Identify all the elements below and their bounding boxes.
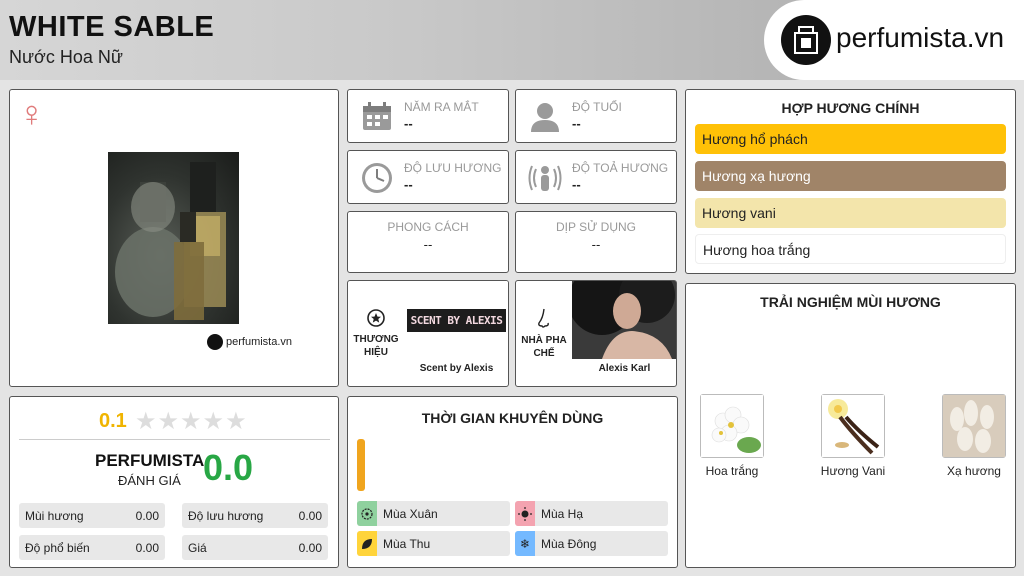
score-value: 0.00 bbox=[135, 509, 159, 523]
brand-label-line2: HIỆU bbox=[364, 346, 388, 358]
brand-label: THƯƠNG HIỆU bbox=[348, 281, 404, 386]
image-card: ♀ perfumista.vn bbox=[9, 89, 339, 387]
occasion-value: -- bbox=[591, 237, 601, 252]
accord-vanilla: Hương vani bbox=[695, 198, 1006, 228]
person-icon bbox=[528, 100, 562, 134]
female-icon: ♀ bbox=[18, 93, 45, 134]
rating-sub-label: ĐÁNH GIÁ bbox=[118, 473, 181, 488]
brand-logo[interactable]: perfumista.vn bbox=[764, 0, 1024, 80]
season-label: Mùa Thu bbox=[383, 537, 431, 551]
perfumista-score: 0.0 bbox=[203, 447, 254, 488]
rating-card: 0.1 ★★★★★ PERFUMISTA ĐÁNH GIÁ 0.0 Mùi hư… bbox=[9, 396, 339, 568]
score-label: Độ phổ biến bbox=[25, 541, 90, 555]
sillage-label: ĐỘ TOẢ HƯƠNG bbox=[572, 161, 669, 175]
user-rating-score: 0.1 bbox=[99, 410, 127, 432]
experience-title: TRẢI NGHIỆM MÙI HƯƠNG bbox=[760, 294, 941, 310]
longevity-label: ĐỘ LƯU HƯƠNG bbox=[404, 161, 502, 175]
score-label: Mùi hương bbox=[25, 509, 84, 523]
longevity-box: ĐỘ LƯU HƯƠNG -- bbox=[347, 150, 509, 204]
header: WHITE SABLE Nước Hoa Nữ perfumista.vn bbox=[0, 0, 1024, 80]
perfumer-label: NHÀ PHA CHẾ bbox=[516, 281, 572, 386]
perfumer-label-line2: CHẾ bbox=[533, 347, 555, 359]
score-value: 0.00 bbox=[298, 541, 322, 555]
accords-title: HỢP HƯƠNG CHÍNH bbox=[781, 100, 920, 116]
brand-box[interactable]: THƯƠNG HIỆU SCENT BY ALEXIS Scent by Ale… bbox=[347, 280, 509, 387]
age-box: ĐỘ TUỔI -- bbox=[515, 89, 677, 143]
season-autumn: Mùa Thu bbox=[357, 531, 510, 556]
season-label: Mùa Đông bbox=[541, 537, 597, 551]
age-value: -- bbox=[572, 116, 581, 131]
star-rating[interactable]: ★★★★★ bbox=[135, 407, 248, 436]
snowflake-icon: ❄ bbox=[515, 531, 535, 556]
watermark-text: perfumista.vn bbox=[226, 336, 293, 348]
time-indicator-bar bbox=[357, 439, 365, 491]
leaf-icon bbox=[357, 531, 377, 556]
perfumer-box[interactable]: NHÀ PHA CHẾ Alexis Karl bbox=[515, 280, 677, 387]
logo-text: perfumista.vn bbox=[836, 22, 1005, 53]
nose-icon bbox=[538, 308, 549, 328]
perfumer-label-line1: NHÀ PHA bbox=[521, 334, 567, 346]
perfume-bottle-icon bbox=[207, 334, 223, 350]
release-year-value: -- bbox=[404, 116, 413, 131]
season-spring: Mùa Xuân bbox=[357, 501, 510, 526]
style-value: -- bbox=[423, 237, 433, 252]
vanilla-image[interactable] bbox=[821, 394, 885, 458]
brand-name: Scent by Alexis bbox=[419, 363, 494, 374]
radiating-person-icon bbox=[528, 161, 562, 195]
perfume-title: WHITE SABLE bbox=[9, 11, 215, 43]
note-label-white-flower: Hoa trắng bbox=[705, 464, 759, 478]
star-badge-icon bbox=[367, 308, 385, 327]
style-label: PHONG CÁCH bbox=[387, 220, 469, 234]
sun-icon bbox=[515, 501, 535, 526]
musk-image[interactable] bbox=[942, 394, 1006, 458]
score-value: 0.00 bbox=[135, 541, 159, 555]
perfumer-photo bbox=[568, 281, 676, 359]
watermark-logo: perfumista.vn bbox=[207, 334, 292, 350]
perfume-subtitle: Nước Hoa Nữ bbox=[9, 47, 123, 67]
scent-experience-card: TRẢI NGHIỆM MÙI HƯƠNG Hoa trắng Hương Va… bbox=[685, 283, 1016, 568]
release-year-label: NĂM RA MẮT bbox=[404, 100, 479, 114]
style-box: PHONG CÁCH -- bbox=[347, 211, 509, 273]
season-label: Mùa Hạ bbox=[541, 507, 584, 521]
age-label: ĐỘ TUỔI bbox=[572, 100, 622, 114]
recommended-time-card: THỜI GIAN KHUYÊN DÙNG Mùa Xuân Mùa Hạ Mù… bbox=[347, 396, 678, 568]
score-popularity: Độ phổ biến 0.00 bbox=[19, 535, 165, 560]
season-summer: Mùa Hạ bbox=[515, 501, 668, 526]
score-label: Giá bbox=[188, 541, 207, 555]
main-accords-card: HỢP HƯƠNG CHÍNH Hương hổ phách Hương xạ … bbox=[685, 89, 1016, 274]
perfume-bottle-icon bbox=[781, 15, 831, 65]
occasion-box: DỊP SỬ DỤNG -- bbox=[515, 211, 677, 273]
longevity-value: -- bbox=[404, 177, 413, 192]
sillage-value: -- bbox=[572, 177, 581, 192]
perfume-photo bbox=[108, 152, 239, 324]
note-label-musk: Xạ hương bbox=[947, 464, 1001, 478]
spring-flower-icon bbox=[357, 501, 377, 526]
score-label: Độ lưu hương bbox=[188, 509, 264, 523]
time-title: THỜI GIAN KHUYÊN DÙNG bbox=[421, 410, 604, 426]
white-flower-image[interactable] bbox=[700, 394, 764, 458]
perfumer-name: Alexis Karl bbox=[598, 363, 651, 374]
score-price: Giá 0.00 bbox=[182, 535, 328, 560]
sillage-box: ĐỘ TOẢ HƯƠNG -- bbox=[515, 150, 677, 204]
note-label-vanilla: Hương Vani bbox=[820, 464, 886, 478]
clock-icon bbox=[360, 161, 394, 195]
season-winter: ❄ Mùa Đông bbox=[515, 531, 668, 556]
divider bbox=[19, 439, 330, 440]
accord-amber: Hương hổ phách bbox=[695, 124, 1006, 154]
release-year-box: NĂM RA MẮT -- bbox=[347, 89, 509, 143]
brand-label-line1: THƯƠNG bbox=[353, 333, 399, 345]
score-longevity: Độ lưu hương 0.00 bbox=[182, 503, 328, 528]
occasion-label: DỊP SỬ DỤNG bbox=[555, 220, 637, 234]
calendar-icon bbox=[360, 100, 394, 134]
score-scent: Mùi hương 0.00 bbox=[19, 503, 165, 528]
brand-logo-image: SCENT BY ALEXIS bbox=[404, 281, 508, 359]
accord-musk: Hương xạ hương bbox=[695, 161, 1006, 191]
perfumista-label: PERFUMISTA bbox=[95, 451, 205, 470]
season-label: Mùa Xuân bbox=[383, 507, 438, 521]
brand-logo-text: SCENT BY ALEXIS bbox=[406, 308, 507, 332]
score-value: 0.00 bbox=[298, 509, 322, 523]
accord-white-floral: Hương hoa trắng bbox=[695, 234, 1006, 264]
